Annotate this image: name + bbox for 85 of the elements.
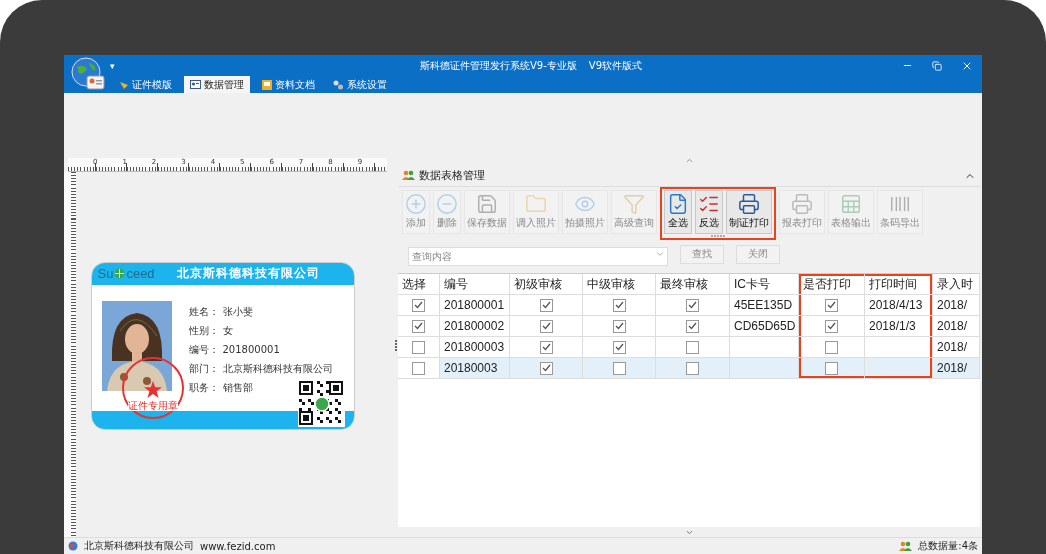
panel-title: 数据表格管理	[419, 168, 486, 183]
quick-access-menu[interactable]: ▾	[110, 60, 130, 71]
qr-code	[297, 379, 345, 427]
ribbon-tab[interactable]: 资料文档	[256, 76, 321, 93]
checkbox[interactable]	[412, 340, 425, 354]
table-cell: CD65D65D	[730, 316, 799, 337]
checkbox[interactable]	[612, 319, 626, 333]
globe-card-icon	[71, 57, 105, 91]
toolbar-button[interactable]: 反选	[695, 190, 723, 234]
printer-icon	[791, 193, 813, 215]
field-label: 姓名：	[188, 305, 220, 318]
checkbox[interactable]	[539, 298, 553, 312]
ribbon-tab[interactable]: 系统设置	[327, 76, 393, 93]
checkbox[interactable]	[825, 361, 838, 375]
field-label: 性别：	[188, 324, 220, 337]
star-icon	[143, 380, 162, 398]
minus-icon	[436, 193, 458, 215]
checkbox[interactable]	[539, 340, 553, 354]
checkbox[interactable]	[539, 361, 553, 375]
table-cell: 2018/	[933, 295, 980, 316]
checkbox[interactable]	[825, 319, 838, 333]
field-value: 销售部	[222, 381, 253, 394]
table-cell: 201800002	[440, 316, 510, 337]
toolbar-button[interactable]: 制证打印	[726, 190, 772, 234]
website-link[interactable]: www.fezid.com	[200, 540, 276, 552]
table-cell: 45EE135D	[730, 295, 799, 316]
stamp-text: 证件专用章	[127, 399, 178, 411]
people-icon	[899, 540, 913, 552]
column-header[interactable]: 是否打印	[799, 274, 865, 295]
gears-icon	[333, 79, 344, 90]
checkbox[interactable]	[686, 340, 699, 354]
checkbox[interactable]	[412, 361, 425, 375]
save-icon	[476, 193, 498, 215]
people-icon	[402, 170, 415, 181]
field-label: 职务：	[188, 381, 220, 394]
record-count: 总数据量:4条	[918, 539, 978, 553]
table-icon	[840, 193, 862, 215]
document-icon	[262, 79, 272, 90]
field-label: 编号：	[188, 343, 220, 356]
table-cell: 20180003	[440, 358, 510, 379]
logo-text: Su	[97, 266, 114, 281]
pen-icon	[119, 79, 129, 90]
funnel-icon	[623, 193, 645, 215]
grip-icon	[710, 234, 726, 238]
checkbox[interactable]	[539, 319, 553, 333]
field-value: 张小斐	[222, 305, 253, 318]
logo-text: ceed	[126, 266, 155, 281]
checkbox[interactable]	[825, 340, 838, 354]
field-value: 女	[222, 324, 233, 337]
table-cell: 2018/	[933, 358, 980, 379]
checkbox[interactable]	[612, 340, 626, 354]
table-cell: 201800001	[440, 295, 510, 316]
checkbox[interactable]	[612, 361, 626, 375]
company-name: 北京斯科德科技有限公司	[176, 265, 320, 282]
folder-icon	[525, 193, 547, 215]
field-value: 北京斯科德科技有限公司	[222, 362, 333, 375]
window-subtitle: V9软件版式	[588, 58, 642, 73]
window-title: 斯科德证件管理发行系统V9-专业版	[420, 58, 577, 73]
splitter-grip-icon[interactable]	[394, 340, 397, 352]
checkbox[interactable]	[612, 298, 626, 312]
column-header[interactable]: 打印时间	[865, 274, 933, 295]
plus-icon	[405, 193, 427, 215]
field-value: 201800001	[222, 343, 280, 356]
toolbar-button[interactable]: 全选	[664, 190, 692, 234]
table-cell: 201800003	[440, 337, 510, 358]
table-cell: 2018/1/3	[865, 316, 933, 337]
globe-icon	[114, 268, 126, 279]
restore-icon	[932, 60, 942, 71]
table-cell: 2018/	[933, 337, 980, 358]
checkbox[interactable]	[825, 298, 838, 312]
checkbox[interactable]	[686, 298, 699, 312]
checkbox[interactable]	[412, 319, 425, 333]
ribbon-tab[interactable]: 证件模版	[113, 76, 178, 93]
file-check-icon	[667, 193, 689, 215]
table-cell: 2018/4/13	[865, 295, 933, 316]
printer-icon	[738, 193, 760, 215]
globe-icon	[68, 541, 78, 551]
field-label: 部门：	[188, 362, 220, 375]
table-cell: 2018/	[933, 316, 980, 337]
checkbox[interactable]	[686, 361, 699, 375]
checkbox[interactable]	[686, 319, 699, 333]
checkbox[interactable]	[412, 298, 425, 312]
id-card-icon	[190, 80, 201, 89]
ribbon-tab[interactable]: 数据管理	[184, 76, 250, 93]
company-name: 北京斯科德科技有限公司	[84, 539, 194, 553]
